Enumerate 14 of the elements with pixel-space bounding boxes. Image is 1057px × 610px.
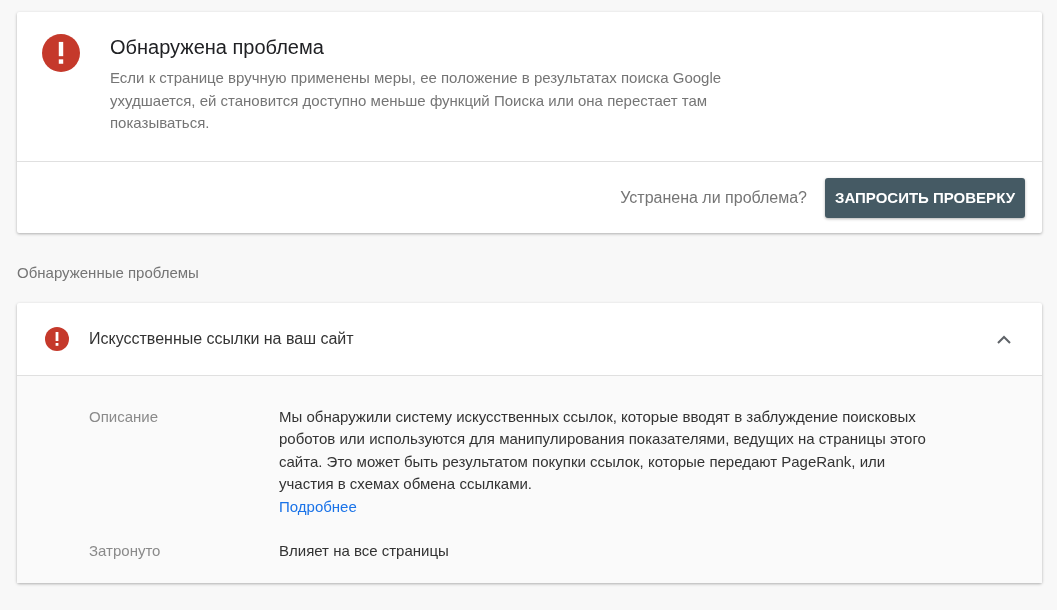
question-text: Устранена ли проблема? (620, 188, 807, 207)
request-review-button[interactable]: ЗАПРОСИТЬ ПРОВЕРКУ (825, 177, 1025, 218)
error-icon (42, 34, 80, 72)
detail-text: Влияет на все страницы (279, 541, 449, 561)
issue-title: Искусственные ссылки на ваш сайт (89, 329, 355, 348)
detail-label: Затронуто (89, 541, 162, 561)
card-title: Обнаружена проблема (110, 36, 325, 59)
card-description: Если к странице вручную применены меры, ее положение в результатах поиска Google ухудшается, ей становится доступно меньше функций Поиска или она перестает там показываться. (110, 68, 723, 133)
chevron-icon[interactable] (996, 333, 1012, 344)
section-heading: Обнаруженные проблемы (17, 263, 200, 281)
detail-text: Мы обнаружили систему искусственных ссылок, которые вводят в заблуждение поисковых роботов или используются для манипулирования показателями, ведущих на страницы этого сайта. Это может быть результатом покупки ссылок, которые передают PageRank, или участия в схемах обмена ссылками. (279, 406, 927, 494)
error-icon (45, 326, 69, 351)
learn-more-link[interactable]: Подробнее (279, 495, 357, 518)
detail-label: Описание (89, 406, 160, 427)
